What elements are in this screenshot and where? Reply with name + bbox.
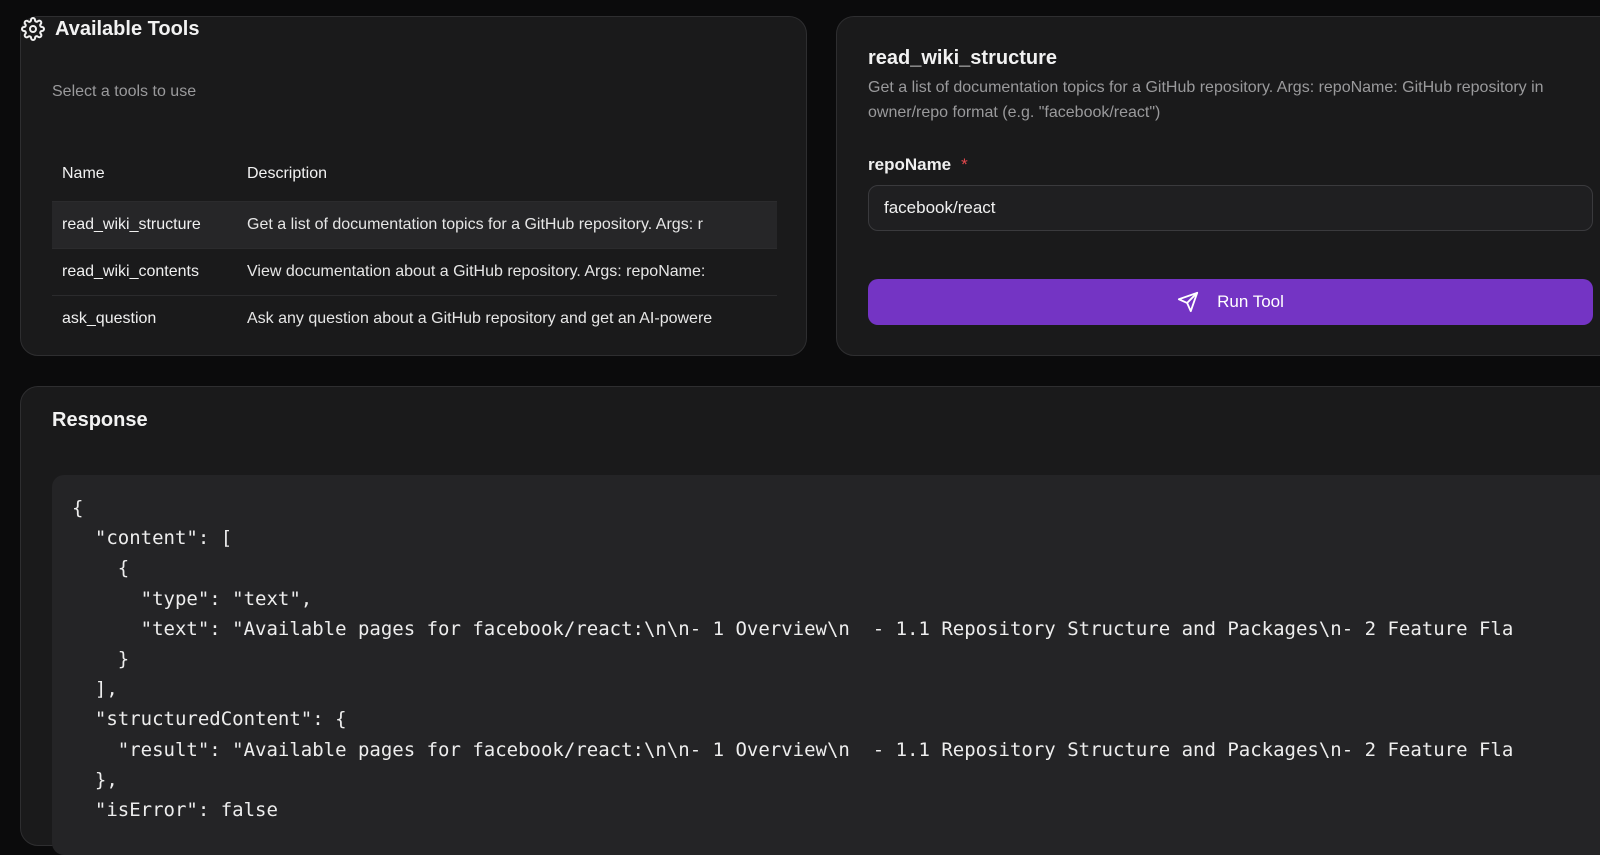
- table-row-read-wiki-structure[interactable]: read_wiki_structure Get a list of docume…: [52, 202, 777, 249]
- repo-name-input[interactable]: [868, 185, 1593, 231]
- tool-detail-description: Get a list of documentation topics for a…: [868, 79, 1544, 121]
- gear-icon: [21, 17, 45, 41]
- tools-panel-header: Available Tools: [21, 17, 806, 41]
- table-row-read-wiki-contents[interactable]: read_wiki_contents View documentation ab…: [52, 249, 777, 296]
- tool-detail-title: read_wiki_structure: [868, 47, 1057, 69]
- tool-name-cell: read_wiki_contents: [62, 263, 199, 280]
- tool-description-cell: Ask any question about a GitHub reposito…: [247, 310, 713, 327]
- table-header-row: Name Description: [52, 147, 777, 202]
- response-title: Response: [52, 409, 148, 431]
- tools-table: Name Description read_wiki_structure Get…: [52, 147, 777, 342]
- send-icon: [1177, 291, 1199, 313]
- run-tool-button[interactable]: Run Tool: [868, 279, 1593, 325]
- required-marker: *: [961, 155, 968, 174]
- response-code-block[interactable]: { "content": [ { "type": "text", "text":…: [52, 475, 1600, 855]
- table-row-ask-question[interactable]: ask_question Ask any question about a Gi…: [52, 296, 777, 342]
- tools-panel-title: Available Tools: [55, 17, 200, 40]
- tool-detail-panel: read_wiki_structure Get a list of docume…: [836, 16, 1600, 356]
- column-header-name: Name: [62, 165, 105, 182]
- column-header-description: Description: [247, 165, 328, 182]
- param-label: repoName: [868, 155, 952, 174]
- tool-name-cell: ask_question: [62, 310, 157, 327]
- tool-description-cell: Get a list of documentation topics for a…: [247, 216, 703, 233]
- param-label-row: repoName *: [868, 155, 968, 175]
- tool-description-cell: View documentation about a GitHub reposi…: [247, 263, 706, 280]
- response-panel: Response { "content": [ { "type": "text"…: [20, 386, 1600, 855]
- tools-panel-subtitle: Select a tools to use: [52, 83, 197, 100]
- response-json-text: { "content": [ { "type": "text", "text":…: [72, 497, 1514, 822]
- run-tool-label: Run Tool: [1217, 292, 1284, 311]
- tool-name-cell: read_wiki_structure: [62, 216, 201, 233]
- available-tools-panel: Available Tools Select a tools to use Na…: [20, 16, 807, 356]
